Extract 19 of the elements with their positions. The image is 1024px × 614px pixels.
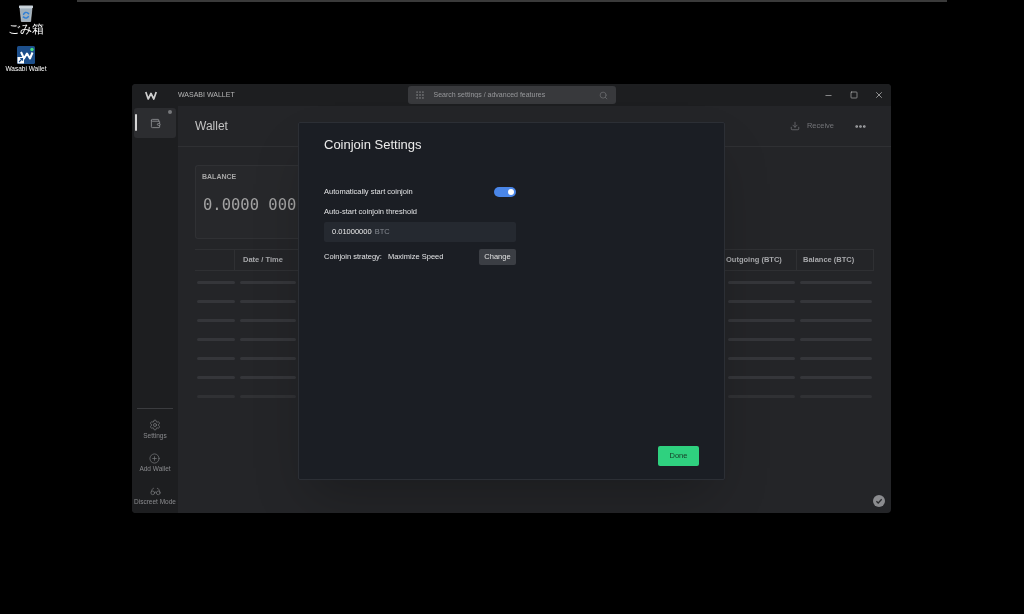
wallet-icon: [149, 117, 161, 129]
desktop-shortcut[interactable]: ごみ箱: [0, 4, 52, 36]
app-icon: [17, 46, 35, 64]
maximize-icon: [849, 91, 858, 99]
dialog-title: Coinjoin Settings: [324, 137, 423, 153]
page-title: Wallet: [195, 118, 228, 135]
search-icon: [598, 90, 608, 100]
plus-circle-icon: [149, 453, 161, 464]
settings-icon: [149, 419, 161, 431]
balance-amount: 0.0000 000: [202, 195, 298, 214]
trash-bin-icon: [18, 4, 34, 22]
wallet-tab[interactable]: [134, 108, 176, 138]
check-circle-icon: [873, 495, 885, 507]
close-icon: [873, 90, 884, 100]
logo-icon: [145, 90, 157, 100]
grip-icon: [414, 90, 425, 100]
glasses-icon: [149, 486, 161, 497]
toggle-switch[interactable]: [494, 187, 516, 197]
download-icon: [789, 121, 800, 131]
